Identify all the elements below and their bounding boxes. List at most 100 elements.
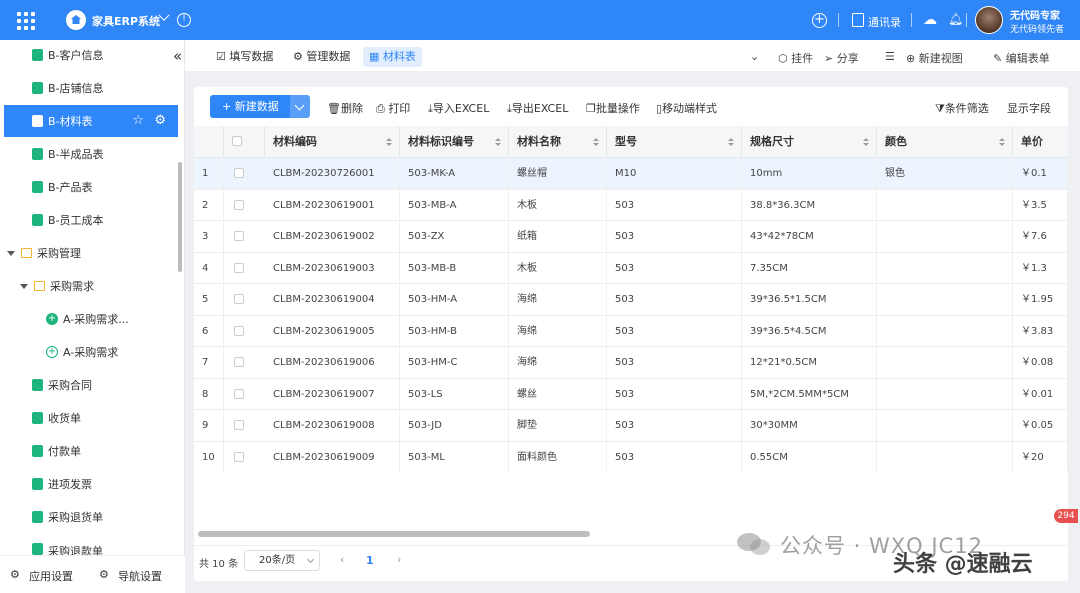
info-icon[interactable]: !	[177, 13, 191, 27]
table-cell[interactable]: 38.8*36.3CM	[742, 189, 877, 221]
table-row[interactable]: 4 CLBM-20230619003 503-MB-B 木板 503 7.35CM ￥1.3	[194, 252, 1068, 284]
user-name[interactable]: 无代码专家	[1010, 7, 1060, 22]
table-cell[interactable]: 503	[607, 347, 742, 378]
export-excel-button[interactable]: ⤓导出EXCEL	[507, 100, 568, 116]
contacts-icon[interactable]	[852, 13, 864, 27]
table-cell[interactable]: 503	[607, 410, 742, 441]
tab-manage[interactable]: ⚙ 管理数据	[287, 47, 356, 67]
page-size-select[interactable]: 20条/页	[244, 550, 320, 571]
sidebar-item-purchase-demand-a2[interactable]: + A-采购需求	[4, 336, 178, 368]
table-cell[interactable]: ￥3.5	[1013, 189, 1068, 221]
table-cell[interactable]: 螺丝帽	[509, 158, 607, 189]
app-title[interactable]: 家具ERP系统	[92, 13, 160, 29]
sort-icon[interactable]	[728, 138, 734, 146]
table-cell[interactable]: 503-ML	[400, 441, 509, 471]
table-cell[interactable]: 503	[607, 221, 742, 252]
sidebar-scrollbar[interactable]	[178, 162, 182, 272]
sidebar-item-purchase-refund[interactable]: 采购退款单	[4, 534, 178, 556]
condition-filter-button[interactable]: ⧩条件筛选	[935, 100, 989, 116]
table-cell[interactable]: CLBM-20230619007	[265, 378, 400, 410]
table-cell[interactable]: 5M,*2CM.5MM*5CM	[742, 378, 877, 410]
collapse-sidebar-icon[interactable]: «	[173, 47, 182, 65]
table-cell[interactable]: 43*42*78CM	[742, 221, 877, 252]
table-cell[interactable]: ￥0.05	[1013, 410, 1068, 441]
table-cell[interactable]: ￥1.95	[1013, 284, 1068, 315]
column-header[interactable]: 颜色	[877, 126, 1013, 158]
row-checkbox[interactable]	[234, 388, 244, 399]
table-cell[interactable]: CLBM-20230619009	[265, 441, 400, 471]
share-button[interactable]: ➢ 分享	[824, 50, 859, 66]
sort-icon[interactable]	[863, 138, 869, 146]
table-cell[interactable]: CLBM-20230619001	[265, 189, 400, 221]
sort-lines-icon[interactable]: ☰	[885, 50, 895, 63]
sidebar-item-payment[interactable]: 付款单	[4, 435, 178, 467]
table-cell[interactable]	[877, 441, 1013, 471]
batch-operation-button[interactable]: ❐批量操作	[586, 100, 640, 116]
display-fields-button[interactable]: 显示字段	[1007, 100, 1051, 116]
table-cell[interactable]: ￥20	[1013, 441, 1068, 471]
sidebar-item-input-invoice[interactable]: 进项发票	[4, 468, 178, 500]
table-cell[interactable]: 503	[607, 315, 742, 347]
import-excel-button[interactable]: ⤓导入EXCEL	[428, 100, 489, 116]
table-cell[interactable]	[877, 189, 1013, 221]
row-checkbox[interactable]	[234, 451, 244, 462]
plugin-button[interactable]: ⬡ 挂件	[778, 50, 813, 66]
select-all-checkbox[interactable]	[232, 136, 242, 146]
table-cell[interactable]	[877, 221, 1013, 252]
row-checkbox[interactable]	[234, 262, 244, 273]
bell-icon[interactable]: 🔔︎	[948, 12, 963, 26]
row-checkbox[interactable]	[234, 357, 244, 367]
sort-icon[interactable]	[999, 138, 1005, 146]
table-cell[interactable]: 503-HM-B	[400, 315, 509, 347]
table-cell[interactable]: CLBM-20230619004	[265, 284, 400, 315]
table-cell[interactable]: CLBM-20230619003	[265, 252, 400, 284]
table-cell[interactable]: 海绵	[509, 315, 607, 347]
table-cell[interactable]: 503	[607, 189, 742, 221]
new-view-button[interactable]: ⊕ 新建视图	[906, 50, 963, 66]
row-checkbox[interactable]	[234, 294, 244, 304]
table-cell[interactable]: CLBM-20230619006	[265, 347, 400, 378]
apps-grid-icon[interactable]	[17, 12, 35, 30]
sidebar-item-employee-cost[interactable]: B-员工成本	[4, 204, 178, 236]
sidebar-item-store[interactable]: B-店铺信息	[4, 72, 178, 104]
next-page-button[interactable]: ›	[397, 553, 401, 566]
table-cell[interactable]: 7.35CM	[742, 252, 877, 284]
column-header[interactable]: 材料标识编号	[400, 126, 509, 158]
print-button[interactable]: ⎙ 打印	[376, 100, 410, 116]
sidebar-item-purchase-demand-a1[interactable]: + A-采购需求...	[4, 303, 178, 335]
table-cell[interactable]: 39*36.5*4.5CM	[742, 315, 877, 347]
table-cell[interactable]: 503-LS	[400, 378, 509, 410]
table-row[interactable]: 9 CLBM-20230619008 503-JD 脚垫 503 30*30MM ￥0.05	[194, 410, 1068, 442]
table-cell[interactable]	[877, 347, 1013, 378]
sidebar-item-purchase-contract[interactable]: 采购合同	[4, 369, 178, 401]
table-cell[interactable]	[877, 252, 1013, 284]
star-icon[interactable]: ☆	[132, 114, 144, 127]
table-cell[interactable]: 纸箱	[509, 221, 607, 252]
table-cell[interactable]: ￥0.08	[1013, 347, 1068, 378]
row-checkbox[interactable]	[234, 168, 244, 178]
new-data-dropdown[interactable]	[290, 95, 310, 118]
table-cell[interactable]: 木板	[509, 189, 607, 221]
sidebar-item-customer[interactable]: B-客户信息	[4, 39, 178, 71]
table-cell[interactable]: 503	[607, 441, 742, 471]
table-cell[interactable]: 脚垫	[509, 410, 607, 441]
table-cell[interactable]: 503-MK-A	[400, 158, 509, 189]
table-cell[interactable]: 503	[607, 252, 742, 284]
new-data-button[interactable]: + 新建数据	[210, 95, 290, 118]
delete-button[interactable]: 🗑︎删除	[327, 100, 363, 116]
table-cell[interactable]: 银色	[877, 158, 1013, 189]
row-checkbox[interactable]	[234, 325, 244, 336]
app-settings-link[interactable]: 应用设置	[29, 568, 73, 584]
tab-material[interactable]: ▦ 材料表	[363, 47, 422, 67]
table-cell[interactable]: ￥0.1	[1013, 158, 1068, 189]
table-cell[interactable]: 39*36.5*1.5CM	[742, 284, 877, 315]
page-number[interactable]: 1	[366, 554, 374, 567]
column-header[interactable]: 型号	[607, 126, 742, 158]
table-row[interactable]: 3 CLBM-20230619002 503-ZX 纸箱 503 43*42*78CM ￥7…	[194, 221, 1068, 253]
table-cell[interactable]: 30*30MM	[742, 410, 877, 441]
column-header[interactable]: 材料编码	[265, 126, 400, 158]
table-cell[interactable]: 503-ZX	[400, 221, 509, 252]
table-cell[interactable]: ￥3.83	[1013, 315, 1068, 347]
sidebar-item-receipt[interactable]: 收货单	[4, 402, 178, 434]
column-header[interactable]: 规格尺寸	[742, 126, 877, 158]
